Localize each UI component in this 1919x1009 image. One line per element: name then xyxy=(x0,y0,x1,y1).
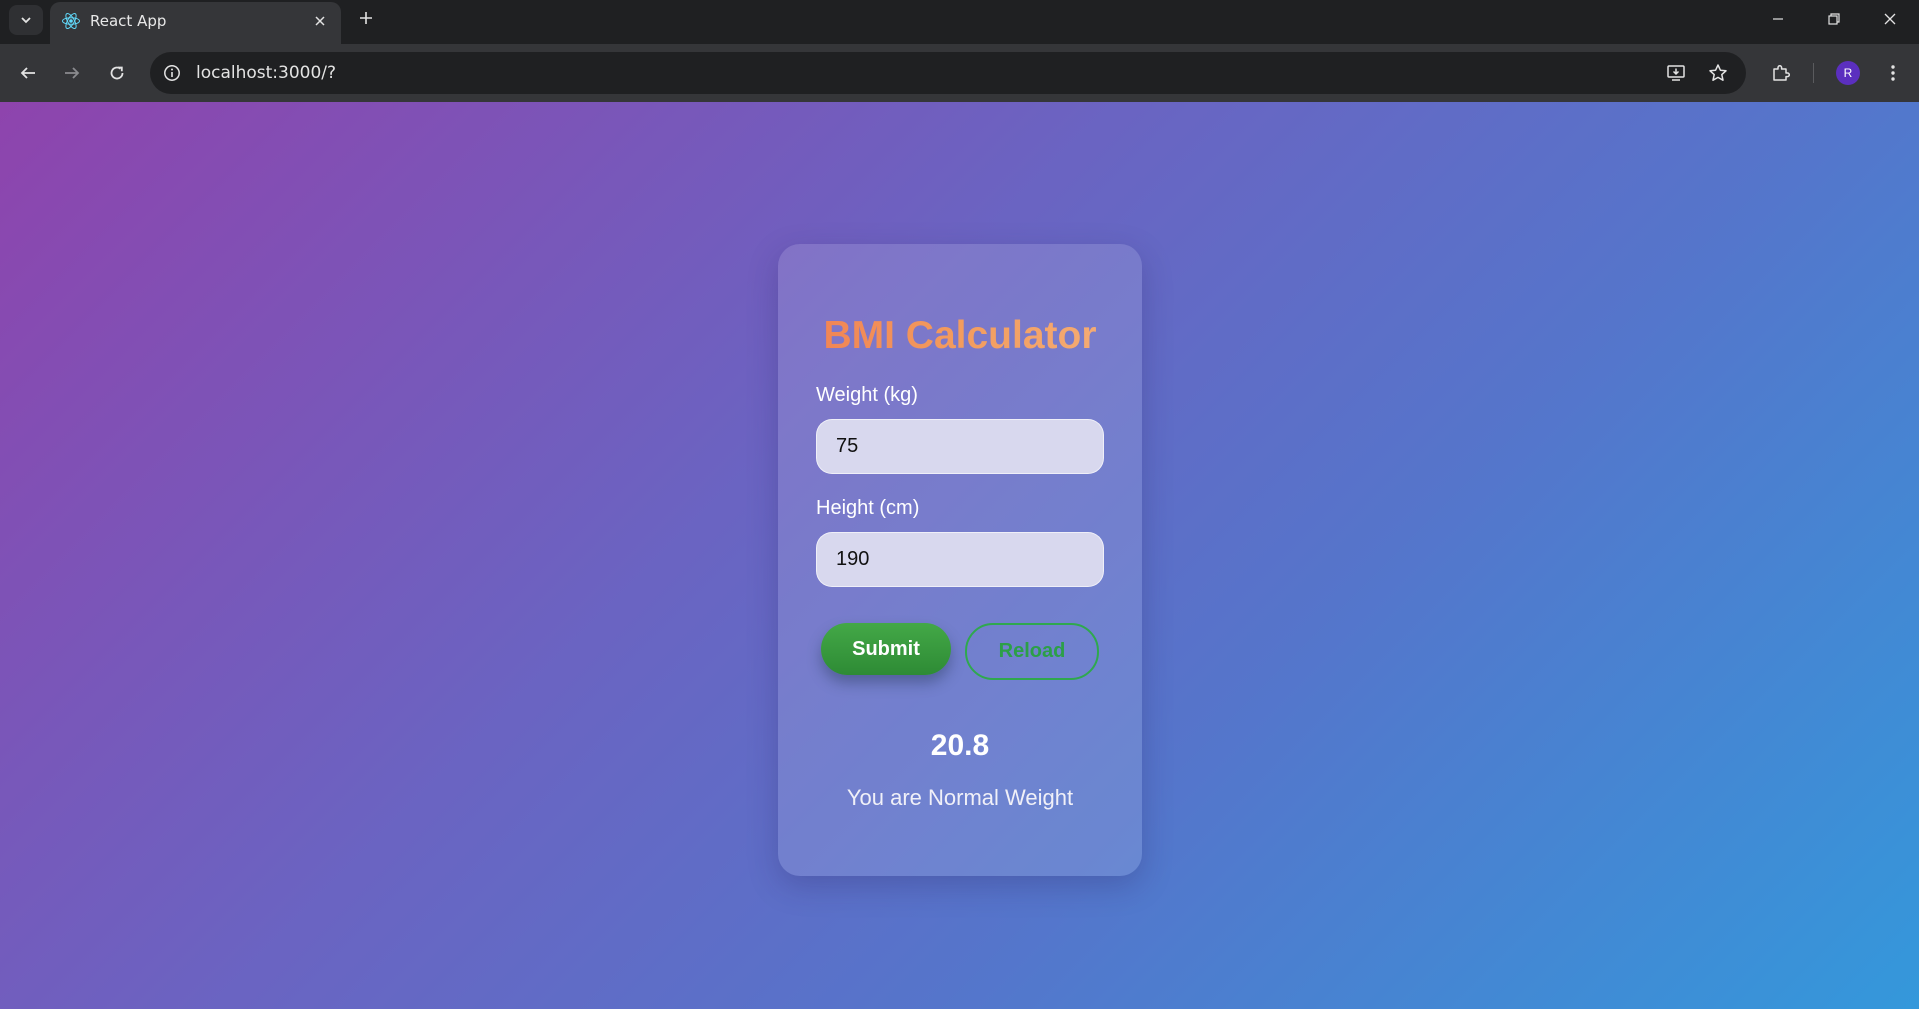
new-tab-button[interactable] xyxy=(354,6,378,30)
restore-button[interactable] xyxy=(1806,0,1861,38)
extensions-button[interactable] xyxy=(1767,59,1795,87)
bmi-message: You are Normal Weight xyxy=(846,785,1074,810)
react-logo-icon xyxy=(62,12,80,30)
close-window-button[interactable] xyxy=(1862,0,1917,38)
address-bar[interactable]: localhost:3000/? xyxy=(150,52,1746,94)
back-arrow-icon xyxy=(20,67,35,79)
close-icon xyxy=(1884,13,1895,25)
bmi-value: 20.8 xyxy=(930,729,990,762)
tab-close-button[interactable] xyxy=(309,10,331,32)
height-input[interactable] xyxy=(816,532,1104,587)
restore-icon xyxy=(1827,13,1840,25)
extensions-icon xyxy=(1773,64,1791,81)
reload-button[interactable]: Reload xyxy=(965,623,1099,680)
page-title: BMI Calculator xyxy=(778,314,1142,358)
back-button[interactable] xyxy=(14,59,42,87)
reload-icon xyxy=(110,66,124,80)
height-label: Height (cm) xyxy=(816,497,920,519)
page-background: BMI Calculator Weight (kg) Height (cm) S… xyxy=(0,102,1919,1009)
forward-arrow-icon xyxy=(65,67,80,79)
forward-button[interactable] xyxy=(58,59,86,87)
browser-toolbar: localhost:3000/? R xyxy=(0,44,1919,102)
weight-label: Weight (kg) xyxy=(816,384,918,406)
info-icon xyxy=(164,65,180,81)
tab-title: React App xyxy=(90,12,167,30)
install-app-button[interactable] xyxy=(1664,61,1688,85)
close-icon xyxy=(315,16,325,26)
site-info-button[interactable] xyxy=(160,61,184,85)
weight-input[interactable] xyxy=(816,419,1104,474)
install-app-icon xyxy=(1667,65,1685,81)
reload-page-button[interactable] xyxy=(103,59,131,87)
bmi-card: BMI Calculator Weight (kg) Height (cm) S… xyxy=(778,244,1142,876)
url-text: localhost:3000/? xyxy=(196,63,337,83)
browser-tabstrip: React App xyxy=(0,0,1919,44)
profile-avatar[interactable]: R xyxy=(1836,61,1860,85)
browser-tab[interactable]: React App xyxy=(50,2,341,44)
minimize-icon xyxy=(1772,18,1783,20)
menu-button[interactable] xyxy=(1879,59,1907,87)
star-icon xyxy=(1709,64,1727,81)
submit-button[interactable]: Submit xyxy=(821,623,951,675)
tab-search-button[interactable] xyxy=(9,5,43,35)
toolbar-divider xyxy=(1813,63,1814,83)
chevron-down-icon xyxy=(21,17,31,24)
bookmark-button[interactable] xyxy=(1706,61,1730,85)
plus-icon xyxy=(360,12,372,24)
more-vert-icon xyxy=(1891,65,1895,81)
minimize-button[interactable] xyxy=(1750,0,1805,38)
